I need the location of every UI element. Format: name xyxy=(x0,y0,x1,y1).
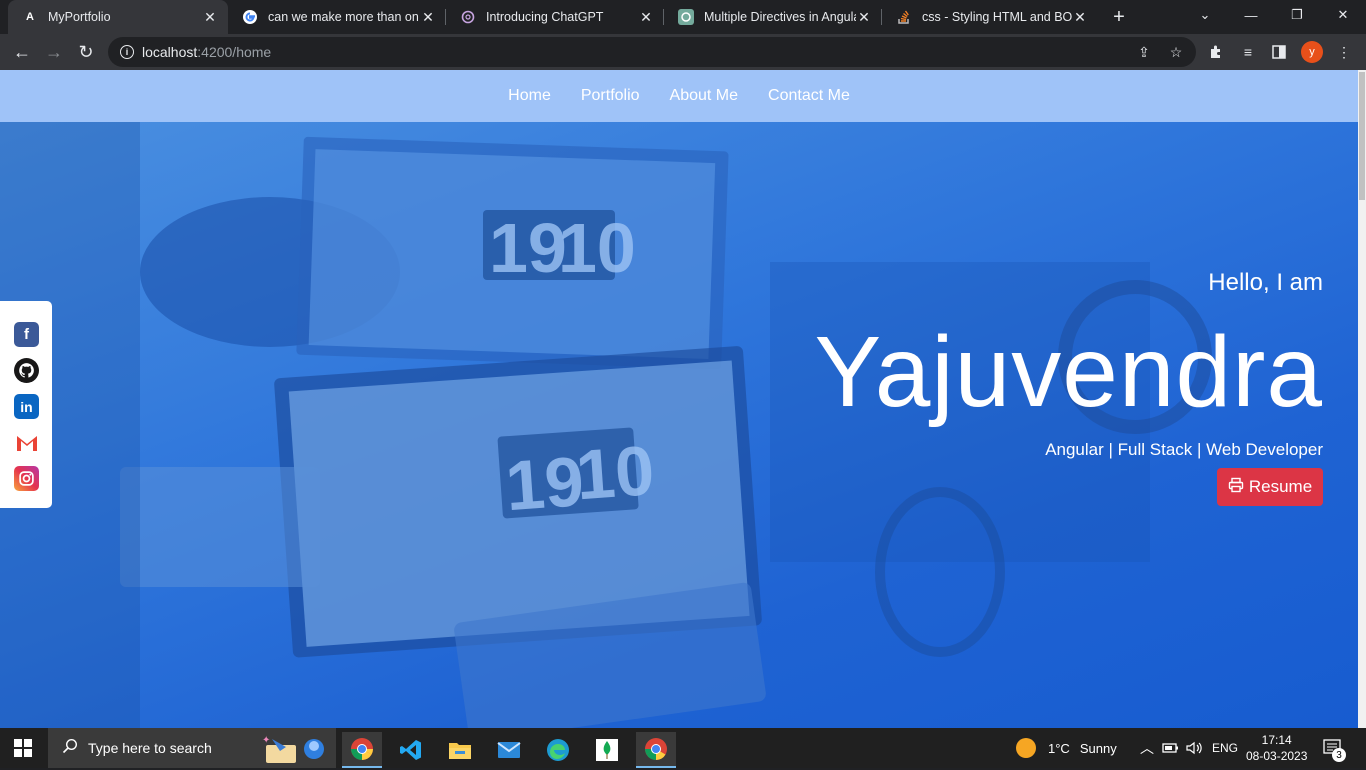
svg-text:10: 10 xyxy=(558,209,636,287)
hero-section: 19 10 19 10 Hello, I am Yajuvendra Angul… xyxy=(0,122,1358,728)
language-indicator[interactable]: ENG xyxy=(1212,728,1238,768)
google-logo-icon xyxy=(242,9,258,25)
tab-css-styling[interactable]: css - Styling HTML and BODY ✕ xyxy=(882,0,1098,34)
nav-home[interactable]: Home xyxy=(508,87,551,105)
notification-badge: 3 xyxy=(1332,748,1346,762)
hero-name: Yajuvendra xyxy=(814,316,1323,428)
chatgpt-logo-icon xyxy=(678,9,694,25)
nav-about-me[interactable]: About Me xyxy=(670,87,738,105)
weather-widget[interactable]: 1°C Sunny xyxy=(1016,728,1117,768)
reload-icon[interactable]: ↻ xyxy=(72,38,100,66)
side-panel-icon[interactable] xyxy=(1268,41,1290,63)
browser-tab-strip: A MyPortfolio ✕ can we make more than on… xyxy=(0,0,1366,34)
hero-tagline: Angular | Full Stack | Web Developer xyxy=(1045,440,1323,459)
stackoverflow-logo-icon xyxy=(896,9,912,25)
nav-portfolio[interactable]: Portfolio xyxy=(581,87,640,105)
windows-start-icon[interactable] xyxy=(14,739,32,757)
angular-logo-icon: A xyxy=(26,11,34,23)
taskbar-chrome-icon[interactable] xyxy=(342,732,382,768)
new-tab-button[interactable]: + xyxy=(1108,6,1130,28)
nav-contact-me[interactable]: Contact Me xyxy=(768,87,850,105)
close-tab-icon[interactable]: ✕ xyxy=(420,9,436,25)
printer-icon xyxy=(1228,477,1244,498)
extensions-puzzle-icon[interactable] xyxy=(1205,41,1227,63)
taskbar-search-box[interactable]: Type here to search ✦ xyxy=(48,728,336,768)
close-tab-icon[interactable]: ✕ xyxy=(638,9,654,25)
weather-condition: Sunny xyxy=(1079,740,1117,756)
close-tab-icon[interactable]: ✕ xyxy=(1072,9,1088,25)
back-arrow-icon[interactable]: ← xyxy=(8,38,36,66)
svg-text:✦: ✦ xyxy=(262,735,270,746)
restore-button[interactable]: ❐ xyxy=(1274,0,1320,30)
windows-taskbar: Type here to search ✦ 1°C Sunny ︿ ENG 17… xyxy=(0,728,1366,768)
taskbar-mail-icon[interactable] xyxy=(489,732,529,768)
webpage-viewport: Home Portfolio About Me Contact Me 19 10… xyxy=(0,70,1358,728)
notification-center-icon[interactable]: 3 xyxy=(1322,728,1346,768)
linkedin-icon[interactable]: in xyxy=(14,394,39,419)
profile-avatar[interactable]: y xyxy=(1301,41,1323,63)
search-icon xyxy=(62,738,78,759)
search-highlight-icon[interactable]: ✦ xyxy=(258,731,328,770)
facebook-icon[interactable]: f xyxy=(14,322,39,347)
sun-icon xyxy=(1016,738,1036,758)
taskbar-file-explorer-icon[interactable] xyxy=(440,732,480,768)
tab-title: can we make more than on d xyxy=(268,10,420,24)
svg-text:10: 10 xyxy=(574,431,657,514)
social-links-panel: f in xyxy=(0,301,52,508)
github-icon[interactable] xyxy=(14,358,39,383)
tab-title: MyPortfolio xyxy=(48,10,111,24)
volume-icon[interactable] xyxy=(1186,728,1204,768)
tab-multiple-directives[interactable]: Multiple Directives in Angula ✕ xyxy=(664,0,882,34)
hero-greeting: Hello, I am xyxy=(1208,269,1323,296)
clock[interactable]: 17:14 08-03-2023 xyxy=(1246,728,1307,768)
svg-text:19: 19 xyxy=(489,209,567,287)
resume-button[interactable]: Resume xyxy=(1217,468,1323,506)
tab-myportfolio[interactable]: A MyPortfolio ✕ xyxy=(8,0,228,34)
bookmark-star-icon[interactable]: ☆ xyxy=(1165,41,1187,63)
taskbar-edge-icon[interactable] xyxy=(538,732,578,768)
tab-title: Introducing ChatGPT xyxy=(486,10,604,24)
weather-temperature: 1°C xyxy=(1048,740,1070,756)
page-scrollbar[interactable] xyxy=(1358,70,1366,728)
forward-arrow-icon[interactable]: → xyxy=(40,38,68,66)
tab-google-search[interactable]: can we make more than on d ✕ xyxy=(228,0,446,34)
taskbar-chrome-profile-icon[interactable] xyxy=(636,732,676,768)
url-path: :4200/home xyxy=(197,44,272,60)
scrollbar-thumb[interactable] xyxy=(1359,72,1365,200)
tab-search-chevron-icon[interactable]: ⌄ xyxy=(1182,0,1228,30)
svg-text:19: 19 xyxy=(503,442,586,525)
browser-toolbar: ← → ↻ i localhost:4200/home ⇪ ☆ ≡ y ⋮ xyxy=(0,34,1366,70)
site-navbar: Home Portfolio About Me Contact Me xyxy=(0,70,1358,122)
close-tab-icon[interactable]: ✕ xyxy=(856,9,872,25)
battery-network-icon[interactable] xyxy=(1162,728,1180,768)
url-host: localhost xyxy=(142,44,198,60)
close-tab-icon[interactable]: ✕ xyxy=(202,9,218,25)
taskbar-mongodb-icon[interactable] xyxy=(587,732,627,768)
gmail-icon[interactable] xyxy=(14,430,39,455)
show-hidden-icons-chevron-icon[interactable]: ︿ xyxy=(1140,728,1154,768)
tab-introducing-chatgpt[interactable]: Introducing ChatGPT ✕ xyxy=(446,0,664,34)
tab-title: css - Styling HTML and BODY xyxy=(922,10,1072,24)
media-queue-icon[interactable]: ≡ xyxy=(1237,41,1259,63)
site-info-icon[interactable]: i xyxy=(120,45,134,59)
close-window-button[interactable]: ✕ xyxy=(1320,0,1366,30)
minimize-button[interactable]: — xyxy=(1228,0,1274,30)
taskbar-search-placeholder: Type here to search xyxy=(88,740,212,756)
menu-kebab-icon[interactable]: ⋮ xyxy=(1333,41,1355,63)
clock-date: 08-03-2023 xyxy=(1246,749,1308,763)
clock-time: 17:14 xyxy=(1261,733,1292,747)
taskbar-vscode-icon[interactable] xyxy=(391,732,431,768)
address-bar[interactable]: i localhost:4200/home xyxy=(108,37,1196,67)
resume-label: Resume xyxy=(1248,477,1313,496)
instagram-icon[interactable] xyxy=(14,466,39,491)
tab-title: Multiple Directives in Angula xyxy=(704,10,856,24)
openai-logo-icon xyxy=(460,9,476,25)
share-icon[interactable]: ⇪ xyxy=(1133,41,1155,63)
